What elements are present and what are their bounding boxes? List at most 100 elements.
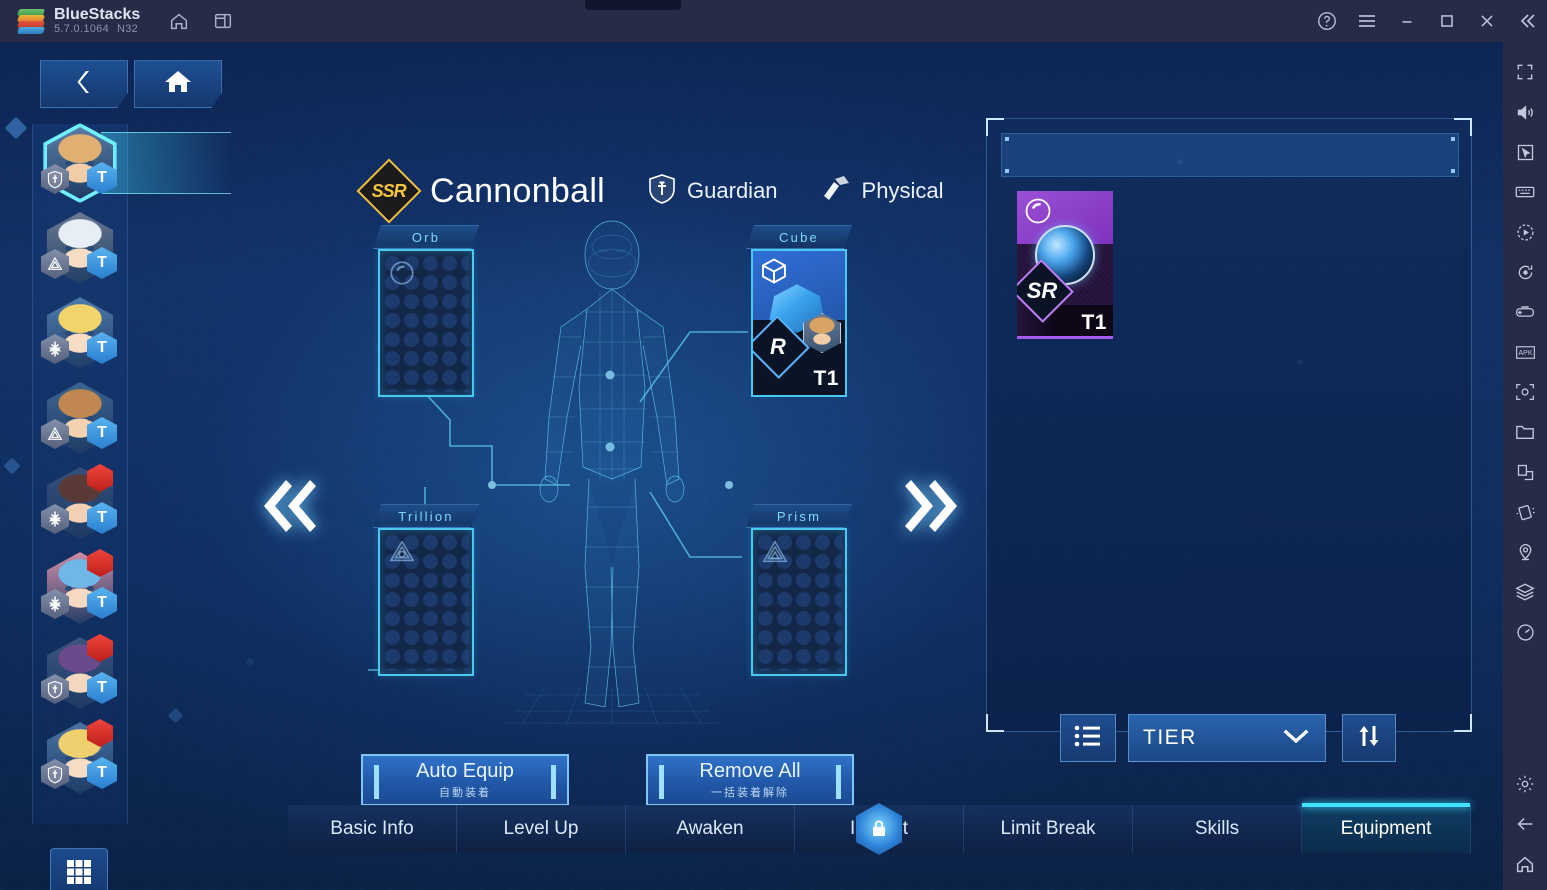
macro-play-icon[interactable] — [1503, 212, 1547, 252]
home-button[interactable] — [134, 60, 222, 108]
remove-all-label: Remove All — [699, 759, 801, 782]
shake-icon[interactable] — [1503, 492, 1547, 532]
bluestacks-titlebar: BlueStacks 5.7.0.1064 N32 — [0, 0, 1547, 42]
inventory-item[interactable]: SR T1 — [1017, 191, 1113, 339]
roster-character-3[interactable]: T — [41, 294, 119, 378]
chevron-down-icon — [1281, 726, 1311, 751]
header-dot — [1451, 137, 1455, 141]
grid-view-icon — [64, 857, 94, 890]
multi-instance-manager-icon[interactable] — [1503, 572, 1547, 612]
instance-tab-nub — [585, 0, 681, 10]
remove-all-button[interactable]: Remove All 一括装着解除 — [646, 754, 854, 806]
fullscreen-icon[interactable] — [1503, 52, 1547, 92]
character-element-label: Physical — [861, 178, 944, 203]
next-character-button[interactable] — [903, 474, 965, 543]
home-icon — [163, 68, 193, 101]
tab-limit-break[interactable]: Limit Break — [964, 805, 1133, 853]
roster-selected-band — [101, 132, 231, 194]
bluestacks-logo-icon — [16, 8, 46, 34]
keyboard-controls-icon[interactable] — [1503, 172, 1547, 212]
equipment-slot-trillion[interactable]: Trillion — [373, 504, 479, 676]
tab-equipment[interactable]: Equipment — [1302, 803, 1471, 853]
inventory-list-view-button[interactable] — [1060, 714, 1116, 762]
tab-awaken[interactable]: Awaken — [626, 805, 795, 853]
resize-window-icon[interactable] — [1503, 452, 1547, 492]
roster-character-7[interactable]: T — [41, 634, 119, 718]
tab-imprint[interactable]: Imprint — [795, 803, 964, 855]
close-icon[interactable] — [1467, 0, 1507, 42]
settings-gear-icon[interactable] — [1503, 764, 1547, 804]
install-apk-icon[interactable]: APK — [1503, 332, 1547, 372]
help-icon[interactable] — [1307, 0, 1347, 42]
tab-skills[interactable]: Skills — [1133, 805, 1302, 853]
back-button[interactable] — [40, 60, 128, 108]
character-roster[interactable]: TTTTTTTT — [32, 123, 231, 824]
slot-body-orb[interactable] — [378, 249, 474, 397]
tab-label: Basic Info — [330, 818, 414, 839]
auto-equip-sublabel: 自動装着 — [439, 786, 491, 799]
location-icon[interactable] — [1503, 532, 1547, 572]
roster-character-1[interactable]: T — [41, 123, 231, 208]
app-version: 5.7.0.1064 — [54, 23, 109, 36]
equipment-slot-orb[interactable]: Orb — [373, 225, 479, 397]
slot-body-trillion[interactable] — [378, 528, 474, 676]
header-dot — [1451, 169, 1455, 173]
android-home-icon[interactable] — [1503, 844, 1547, 884]
multi-instance-icon[interactable] — [212, 10, 234, 32]
home-icon[interactable] — [168, 10, 190, 32]
volume-icon[interactable] — [1503, 92, 1547, 132]
screenshot-icon[interactable] — [1503, 372, 1547, 412]
cursor-icon[interactable] — [1503, 132, 1547, 172]
back-arrow-icon — [71, 68, 97, 101]
header-dot — [1005, 169, 1009, 173]
inventory-filter-value: TIER — [1143, 726, 1197, 749]
roster-character-6[interactable]: T — [41, 549, 119, 633]
equipment-slot-cube[interactable]: Cube R T1 — [746, 225, 852, 397]
game-viewport: TTTTTTTT SSR Cannonball Guardian Physica… — [0, 42, 1503, 890]
roster-character-2[interactable]: T — [41, 209, 119, 293]
guardian-icon — [647, 173, 677, 210]
tab-label: Equipment — [1340, 818, 1432, 839]
gamepad-icon[interactable] — [1503, 292, 1547, 332]
equipped-item-cube[interactable]: R T1 — [751, 249, 847, 397]
tab-label: Level Up — [503, 818, 579, 839]
roster-character-5[interactable]: T — [41, 464, 119, 548]
collapse-sidebar-icon[interactable] — [1507, 0, 1547, 42]
prism-icon — [761, 538, 789, 566]
inventory-grid[interactable]: SR T1 — [1005, 191, 1457, 351]
inventory-card[interactable]: SR T1 — [1017, 191, 1113, 339]
slot-title-orb: Orb — [373, 225, 479, 249]
tab-label: Limit Break — [1000, 818, 1096, 839]
sort-updown-icon — [1355, 722, 1383, 755]
media-folder-icon[interactable] — [1503, 412, 1547, 452]
back-icon[interactable] — [1503, 804, 1547, 844]
slot-title-prism: Prism — [746, 504, 852, 528]
roster-character-8[interactable]: T — [41, 719, 119, 803]
trillion-icon — [388, 538, 416, 566]
app-title: BlueStacks — [54, 5, 141, 23]
maximize-icon[interactable] — [1427, 0, 1467, 42]
auto-equip-button[interactable]: Auto Equip 自動装着 — [361, 754, 569, 806]
slot-body-prism[interactable] — [751, 528, 847, 676]
minimize-icon[interactable] — [1387, 0, 1427, 42]
equipment-slot-prism[interactable]: Prism — [746, 504, 852, 676]
inventory-filter-dropdown[interactable]: TIER — [1128, 714, 1326, 762]
tab-level-up[interactable]: Level Up — [457, 805, 626, 853]
tab-basic-info[interactable]: Basic Info — [288, 805, 457, 853]
bluestacks-brand: BlueStacks 5.7.0.1064 N32 — [16, 5, 141, 35]
button-bar-right — [551, 765, 556, 799]
prev-character-button[interactable] — [256, 474, 318, 543]
bottom-tab-bar[interactable]: Basic Info Level Up Awaken Imprint Limit Bre… — [288, 803, 1471, 855]
roster-character-4[interactable]: T — [41, 379, 119, 463]
menu-icon[interactable] — [1347, 0, 1387, 42]
bluestacks-sidebar[interactable]: APK — [1503, 42, 1547, 890]
performance-meter-icon[interactable] — [1503, 612, 1547, 652]
inventory-sort-button[interactable] — [1342, 714, 1396, 762]
roster-grid-view-button[interactable] — [50, 848, 108, 890]
app-version-line: 5.7.0.1064 N32 — [54, 23, 140, 35]
character-hologram — [505, 217, 720, 727]
tab-label: Skills — [1194, 818, 1240, 839]
character-element: Physical — [820, 174, 944, 209]
bluestacks-window: BlueStacks 5.7.0.1064 N32 T T T T T T T … — [0, 0, 1547, 890]
rotate-icon[interactable] — [1503, 252, 1547, 292]
